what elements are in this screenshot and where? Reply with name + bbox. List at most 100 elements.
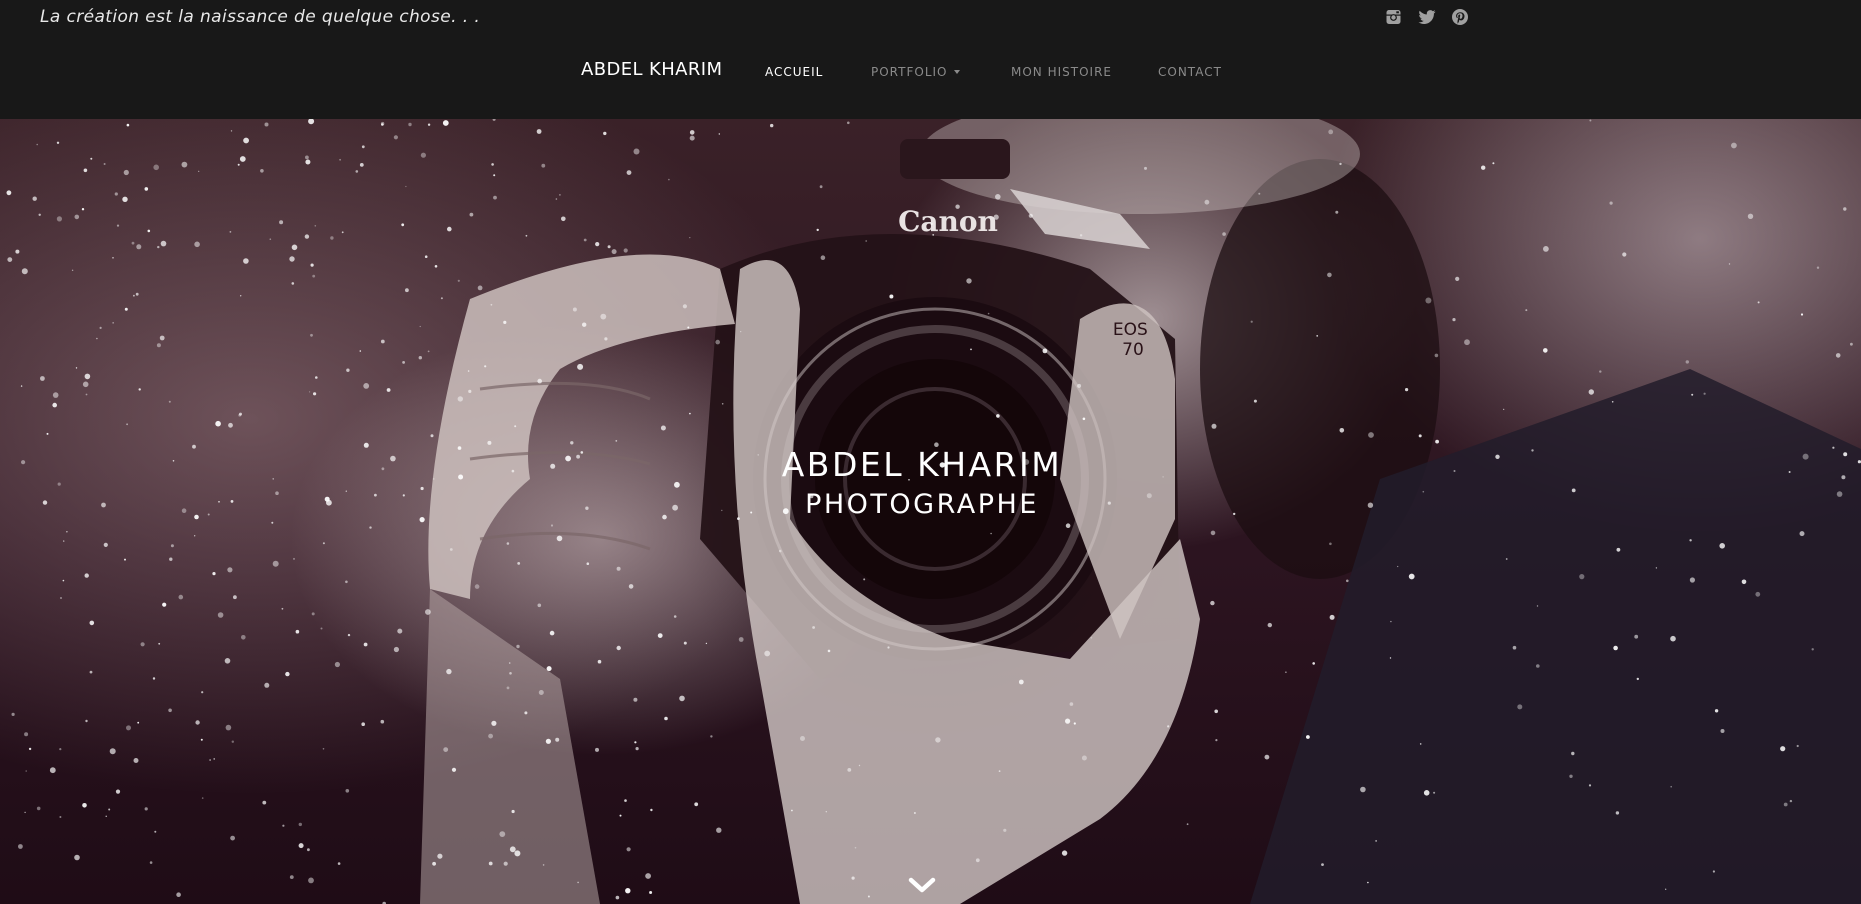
particle — [1505, 558, 1508, 560]
instagram-icon — [1386, 10, 1401, 24]
particle — [468, 389, 472, 393]
particle — [451, 767, 457, 772]
particle — [159, 335, 165, 341]
particle — [1712, 870, 1715, 873]
particle — [152, 677, 156, 680]
particle — [25, 770, 28, 772]
particle — [625, 888, 631, 894]
particle — [541, 163, 546, 168]
particle — [1517, 704, 1523, 710]
particle — [854, 846, 857, 849]
particle — [1210, 600, 1215, 606]
tagline: La création est la naissance de quelque … — [40, 7, 481, 27]
nav-item-contact[interactable]: CONTACT — [1158, 65, 1222, 79]
particle — [49, 767, 56, 774]
particle — [1536, 664, 1540, 668]
particle — [162, 602, 167, 607]
hero-subtitle: PHOTOGRAPHE — [805, 489, 1039, 520]
instagram-link[interactable] — [1384, 7, 1404, 27]
particle — [419, 325, 421, 328]
scroll-down-button[interactable] — [907, 876, 937, 896]
particle — [623, 248, 628, 253]
particle — [71, 269, 74, 271]
particle — [260, 169, 264, 173]
particle — [115, 789, 121, 794]
particle — [1204, 199, 1210, 205]
particle — [1082, 417, 1086, 421]
pinterest-link[interactable] — [1450, 7, 1470, 27]
particle — [240, 295, 242, 297]
particle — [380, 121, 385, 126]
particle — [1720, 729, 1725, 733]
particle — [542, 864, 545, 866]
particle — [660, 425, 666, 431]
particle — [827, 649, 831, 653]
particle — [24, 811, 26, 814]
particle — [418, 356, 422, 360]
particle — [477, 285, 483, 291]
particle — [858, 764, 861, 767]
particle — [1636, 677, 1640, 681]
particle — [408, 122, 412, 127]
particle — [298, 822, 302, 827]
particle — [1211, 423, 1217, 429]
particle — [1081, 755, 1087, 761]
particle — [420, 152, 426, 158]
nav-item-mon-histoire[interactable]: MON HISTOIRE — [1011, 65, 1158, 79]
particle — [600, 313, 607, 320]
twitter-link[interactable] — [1417, 7, 1437, 27]
main-nav: ACCUEIL PORTFOLIO MON HISTOIRE CONTACT — [765, 65, 1222, 79]
particle — [657, 633, 663, 638]
particle — [570, 441, 574, 445]
particle — [136, 244, 142, 250]
particle — [1816, 266, 1820, 269]
nav-item-portfolio[interactable]: PORTFOLIO — [871, 65, 1011, 79]
particle — [1285, 671, 1287, 673]
particle — [310, 263, 314, 267]
particle — [1418, 434, 1422, 438]
particle — [198, 170, 200, 172]
particle — [488, 861, 493, 866]
particle — [514, 850, 521, 857]
particle — [126, 123, 130, 127]
particle — [24, 732, 29, 737]
particle — [156, 343, 161, 348]
chevron-down-icon — [908, 877, 936, 893]
particle — [176, 892, 181, 897]
particle — [239, 156, 246, 162]
particle — [682, 304, 688, 309]
particle — [213, 758, 215, 760]
brand-logo[interactable]: ABDEL KHARIM — [581, 59, 722, 80]
particle — [447, 226, 452, 232]
particle — [825, 811, 827, 813]
particle — [990, 532, 992, 535]
particle — [615, 895, 620, 900]
particle — [315, 376, 318, 379]
particle — [1306, 735, 1310, 739]
particle — [1783, 802, 1788, 807]
particle — [1670, 635, 1676, 642]
particle — [689, 237, 691, 239]
particle — [334, 661, 340, 668]
particle — [955, 204, 960, 209]
particle — [6, 190, 12, 196]
particle — [393, 646, 399, 653]
particle — [689, 135, 695, 141]
particle — [1264, 754, 1270, 760]
particle — [1061, 850, 1068, 856]
particle — [397, 628, 403, 634]
particle — [715, 339, 720, 345]
particle — [62, 579, 65, 582]
particle — [1397, 565, 1399, 568]
particle — [615, 440, 618, 442]
particle — [1811, 648, 1814, 651]
particle — [1589, 119, 1592, 122]
particle — [1065, 523, 1071, 528]
particle — [36, 806, 41, 811]
particle — [85, 393, 88, 396]
nav-item-accueil[interactable]: ACCUEIL — [765, 65, 871, 79]
particle — [307, 848, 310, 852]
particle — [1747, 213, 1754, 219]
particle — [1503, 408, 1505, 410]
hero-section: Canon EOS 70 ABDEL KHARIM PHOTOGRAPHE — [0, 119, 1861, 904]
